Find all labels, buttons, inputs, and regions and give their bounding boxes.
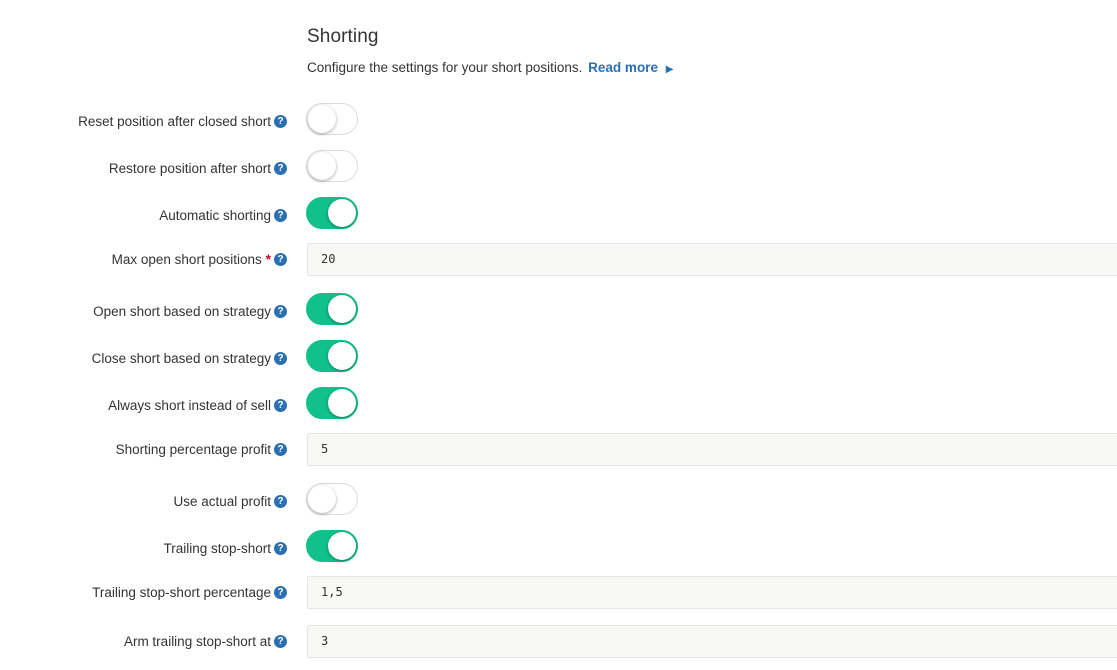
caret-right-icon[interactable]: ▶: [666, 64, 674, 75]
help-icon[interactable]: ?: [274, 586, 287, 599]
help-icon[interactable]: ?: [274, 351, 287, 365]
form-row: Automatic shorting?: [0, 197, 1117, 233]
form-row: Reset position after closed short?: [0, 103, 1117, 139]
help-icon[interactable]: ?: [274, 398, 287, 412]
field-label-text: Automatic shorting: [159, 207, 271, 223]
field-label: Arm trailing stop-short at?: [124, 625, 287, 658]
field-label-text: Close short based on strategy: [91, 350, 271, 366]
toggle-switch[interactable]: [306, 340, 358, 372]
help-icon[interactable]: ?: [274, 208, 287, 222]
field-label-text: Max open short positions: [111, 252, 262, 267]
help-icon[interactable]: ?: [274, 443, 287, 456]
field-label: Reset position after closed short?: [78, 103, 287, 139]
text-input[interactable]: 20: [307, 243, 1117, 276]
toggle-switch[interactable]: [306, 530, 358, 562]
toggle-knob: [308, 152, 336, 180]
field-label: Automatic shorting?: [159, 197, 287, 233]
field-label: Trailing stop-short?: [163, 530, 287, 566]
field-label-text: Always short instead of sell: [108, 397, 271, 413]
form-row: Open short based on strategy?: [0, 293, 1117, 329]
form-row: Max open short positions *? 20: [0, 243, 1117, 279]
form-row: Use actual profit?: [0, 483, 1117, 519]
help-icon[interactable]: ?: [274, 253, 287, 266]
toggle-knob: [328, 199, 356, 227]
toggle-knob: [328, 389, 356, 417]
field-label: Open short based on strategy?: [93, 293, 287, 329]
help-icon[interactable]: ?: [274, 114, 287, 128]
toggle-knob: [328, 342, 356, 370]
toggle-switch[interactable]: [306, 483, 358, 515]
form-row: Trailing stop-short percentage? 1,5: [0, 576, 1117, 612]
toggle-knob: [308, 485, 336, 513]
page-description: Configure the settings for your short po…: [307, 60, 673, 75]
field-label: Restore position after short?: [109, 150, 287, 186]
toggle-knob: [328, 295, 356, 323]
help-icon[interactable]: ?: [274, 494, 287, 508]
toggle-knob: [328, 532, 356, 560]
form-row: Arm trailing stop-short at? 3: [0, 625, 1117, 661]
required-marker: *: [265, 252, 271, 267]
page-title: Shorting: [307, 26, 379, 47]
field-label-text: Trailing stop-short: [163, 540, 271, 556]
field-label: Shorting percentage profit?: [116, 433, 287, 466]
toggle-switch[interactable]: [306, 197, 358, 229]
form-row: Shorting percentage profit? 5: [0, 433, 1117, 469]
field-label-text: Shorting percentage profit: [115, 442, 271, 457]
field-label-text: Reset position after closed short: [78, 113, 271, 129]
toggle-switch[interactable]: [306, 387, 358, 419]
help-icon[interactable]: ?: [274, 635, 287, 648]
toggle-knob: [308, 105, 336, 133]
help-icon[interactable]: ?: [274, 541, 287, 555]
field-label-text: Use actual profit: [173, 493, 271, 509]
toggle-switch[interactable]: [306, 150, 358, 182]
help-icon[interactable]: ?: [274, 161, 287, 175]
help-icon[interactable]: ?: [274, 304, 287, 318]
field-label: Trailing stop-short percentage?: [92, 576, 287, 609]
field-label-text: Open short based on strategy: [93, 303, 271, 319]
text-input[interactable]: 5: [307, 433, 1117, 466]
field-label: Close short based on strategy?: [92, 340, 287, 376]
field-label: Max open short positions *?: [112, 243, 287, 276]
toggle-switch[interactable]: [306, 103, 358, 135]
form-row: Close short based on strategy?: [0, 340, 1117, 376]
description-text: Configure the settings for your short po…: [307, 60, 583, 75]
form-row: Restore position after short?: [0, 150, 1117, 186]
field-label-text: Arm trailing stop-short at: [123, 634, 271, 649]
text-input[interactable]: 3: [307, 625, 1117, 658]
field-label-text: Trailing stop-short percentage: [92, 585, 271, 600]
field-label-text: Restore position after short: [108, 160, 271, 176]
toggle-switch[interactable]: [306, 293, 358, 325]
text-input[interactable]: 1,5: [307, 576, 1117, 609]
form-row: Always short instead of sell?: [0, 387, 1117, 423]
field-label: Always short instead of sell?: [108, 387, 287, 423]
read-more-link[interactable]: Read more: [588, 60, 658, 75]
form-row: Trailing stop-short?: [0, 530, 1117, 566]
field-label: Use actual profit?: [173, 483, 287, 519]
